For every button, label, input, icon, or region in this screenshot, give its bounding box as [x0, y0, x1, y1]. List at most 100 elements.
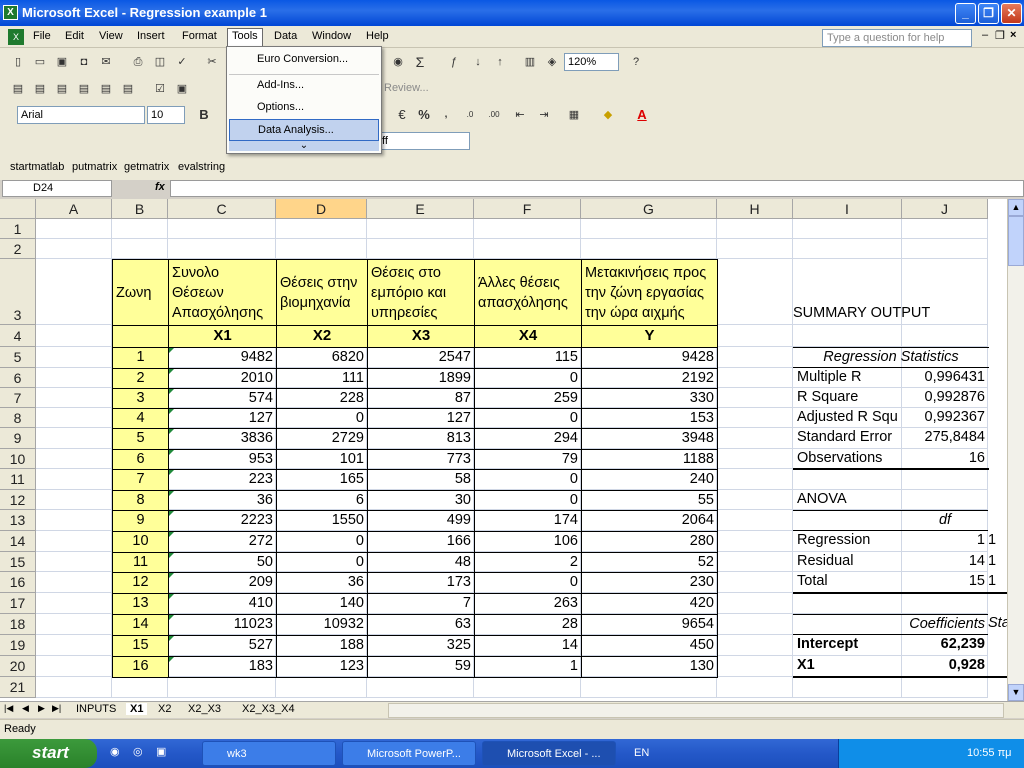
doc-restore-icon[interactable]: ❐ [995, 29, 1005, 42]
quicklaunch-desktop-icon[interactable]: ▣ [156, 745, 166, 758]
row-header-14[interactable]: 14 [0, 531, 36, 552]
data-cell[interactable]: 0 [276, 552, 368, 573]
print-icon[interactable]: ⎙ [130, 54, 146, 70]
data-cell[interactable]: 2064 [581, 510, 718, 532]
permission-icon[interactable]: ◘ [76, 54, 92, 70]
data-cell[interactable]: 1899 [367, 368, 475, 389]
grid-cell[interactable] [717, 368, 793, 388]
tab-last-icon[interactable]: ▶| [52, 703, 61, 714]
data-cell[interactable]: 50 [168, 552, 277, 573]
zone-cell[interactable]: 2 [112, 368, 169, 389]
tab-x2-x3-x4[interactable]: X2_X3_X4 [242, 703, 295, 715]
row-header-7[interactable]: 7 [0, 388, 36, 408]
review-icon-5[interactable]: ▤ [98, 81, 114, 97]
menu-tools[interactable]: Tools [227, 28, 263, 47]
grid-cell[interactable] [902, 325, 988, 347]
menu-view[interactable]: View [99, 30, 123, 42]
data-cell[interactable]: 953 [168, 449, 277, 470]
column-header-c[interactable]: C [168, 199, 276, 219]
grid-cell[interactable] [168, 677, 276, 698]
grid-cell[interactable] [793, 677, 902, 698]
column-header-a[interactable]: A [36, 199, 112, 219]
data-cell[interactable]: 3948 [581, 428, 718, 450]
data-cell[interactable]: 280 [581, 531, 718, 553]
grid-cell[interactable] [36, 552, 112, 572]
data-cell[interactable]: 140 [276, 593, 368, 615]
data-cell[interactable]: 0 [276, 408, 368, 429]
row-header-6[interactable]: 6 [0, 368, 36, 388]
data-cell[interactable]: 0 [474, 469, 582, 491]
grid-cell[interactable] [112, 239, 168, 259]
data-cell[interactable]: 127 [367, 408, 475, 429]
grid-cell[interactable] [276, 239, 367, 259]
row-header-11[interactable]: 11 [0, 469, 36, 490]
grid-cell[interactable] [367, 677, 474, 698]
column-header-f[interactable]: F [474, 199, 581, 219]
data-cell[interactable]: 9654 [581, 614, 718, 636]
zone-cell[interactable]: 10 [112, 531, 169, 553]
menu-edit[interactable]: Edit [65, 30, 84, 42]
comma-style-icon[interactable]: , [438, 107, 454, 123]
new-icon[interactable]: ▯ [10, 54, 26, 70]
row-header-5[interactable]: 5 [0, 347, 36, 368]
grid-cell[interactable] [36, 531, 112, 552]
data-cell[interactable]: 173 [367, 572, 475, 594]
grid-cell[interactable] [793, 325, 902, 347]
start-button[interactable]: start [0, 739, 97, 768]
data-cell[interactable]: 111 [276, 368, 368, 389]
grid-cell[interactable] [36, 408, 112, 428]
grid-cell[interactable] [36, 490, 112, 510]
data-cell[interactable]: 101 [276, 449, 368, 470]
data-cell[interactable]: 263 [474, 593, 582, 615]
grid-cell[interactable] [36, 572, 112, 593]
help-icon[interactable]: ? [628, 54, 644, 70]
tab-x1[interactable]: X1 [126, 703, 148, 715]
startmatlab-button[interactable]: startmatlab [10, 161, 64, 173]
grid-cell[interactable] [36, 428, 112, 449]
data-cell[interactable]: 6820 [276, 347, 368, 369]
menu-format[interactable]: Format [182, 30, 217, 42]
data-cell[interactable]: 87 [367, 388, 475, 409]
data-cell[interactable]: 36 [276, 572, 368, 594]
sort-asc-icon[interactable]: ↓ [470, 54, 486, 70]
grid-cell[interactable] [717, 677, 793, 698]
doc-close-icon[interactable]: × [1010, 29, 1016, 41]
data-cell[interactable]: 123 [276, 656, 368, 678]
language-indicator[interactable]: EN [634, 747, 649, 759]
row-header-4[interactable]: 4 [0, 325, 36, 347]
chart-wizard-icon[interactable]: ▥ [522, 54, 538, 70]
close-button[interactable]: ✕ [1001, 3, 1022, 24]
grid-cell[interactable] [902, 469, 988, 490]
tab-x2-x3[interactable]: X2_X3 [188, 703, 221, 715]
restore-button[interactable]: ❐ [978, 3, 999, 24]
row-header-18[interactable]: 18 [0, 614, 36, 635]
tab-prev-icon[interactable]: ◀ [22, 703, 29, 714]
data-cell[interactable]: 2192 [581, 368, 718, 389]
spelling-icon[interactable]: ✓ [174, 54, 190, 70]
column-header-h[interactable]: H [717, 199, 793, 219]
review-icon-3[interactable]: ▤ [54, 81, 70, 97]
font-size-select[interactable]: 10 [147, 106, 185, 124]
data-cell[interactable]: 36 [168, 490, 277, 511]
row-header-20[interactable]: 20 [0, 656, 36, 677]
grid-cell[interactable] [474, 677, 581, 698]
grid-cell[interactable] [902, 490, 988, 510]
review-icon-2[interactable]: ▤ [32, 81, 48, 97]
data-cell[interactable]: 0 [276, 531, 368, 553]
menu-insert[interactable]: Insert [137, 30, 165, 42]
grid-cell[interactable] [36, 325, 112, 347]
data-cell[interactable]: 294 [474, 428, 582, 450]
zoom-select[interactable]: 120% [564, 53, 619, 71]
decrease-decimal-icon[interactable]: .00 [486, 107, 502, 123]
menu-file[interactable]: File [33, 30, 51, 42]
grid-cell[interactable] [717, 239, 793, 259]
column-header-i[interactable]: I [793, 199, 902, 219]
grid-cell[interactable] [36, 593, 112, 614]
data-cell[interactable]: 527 [168, 635, 277, 657]
grid-cell[interactable] [717, 408, 793, 428]
grid-cell[interactable] [112, 219, 168, 239]
grid-cell[interactable] [367, 219, 474, 239]
task-excel[interactable]: Microsoft Excel - ... [482, 741, 616, 766]
data-cell[interactable]: 6 [276, 490, 368, 511]
zone-cell[interactable]: 9 [112, 510, 169, 532]
